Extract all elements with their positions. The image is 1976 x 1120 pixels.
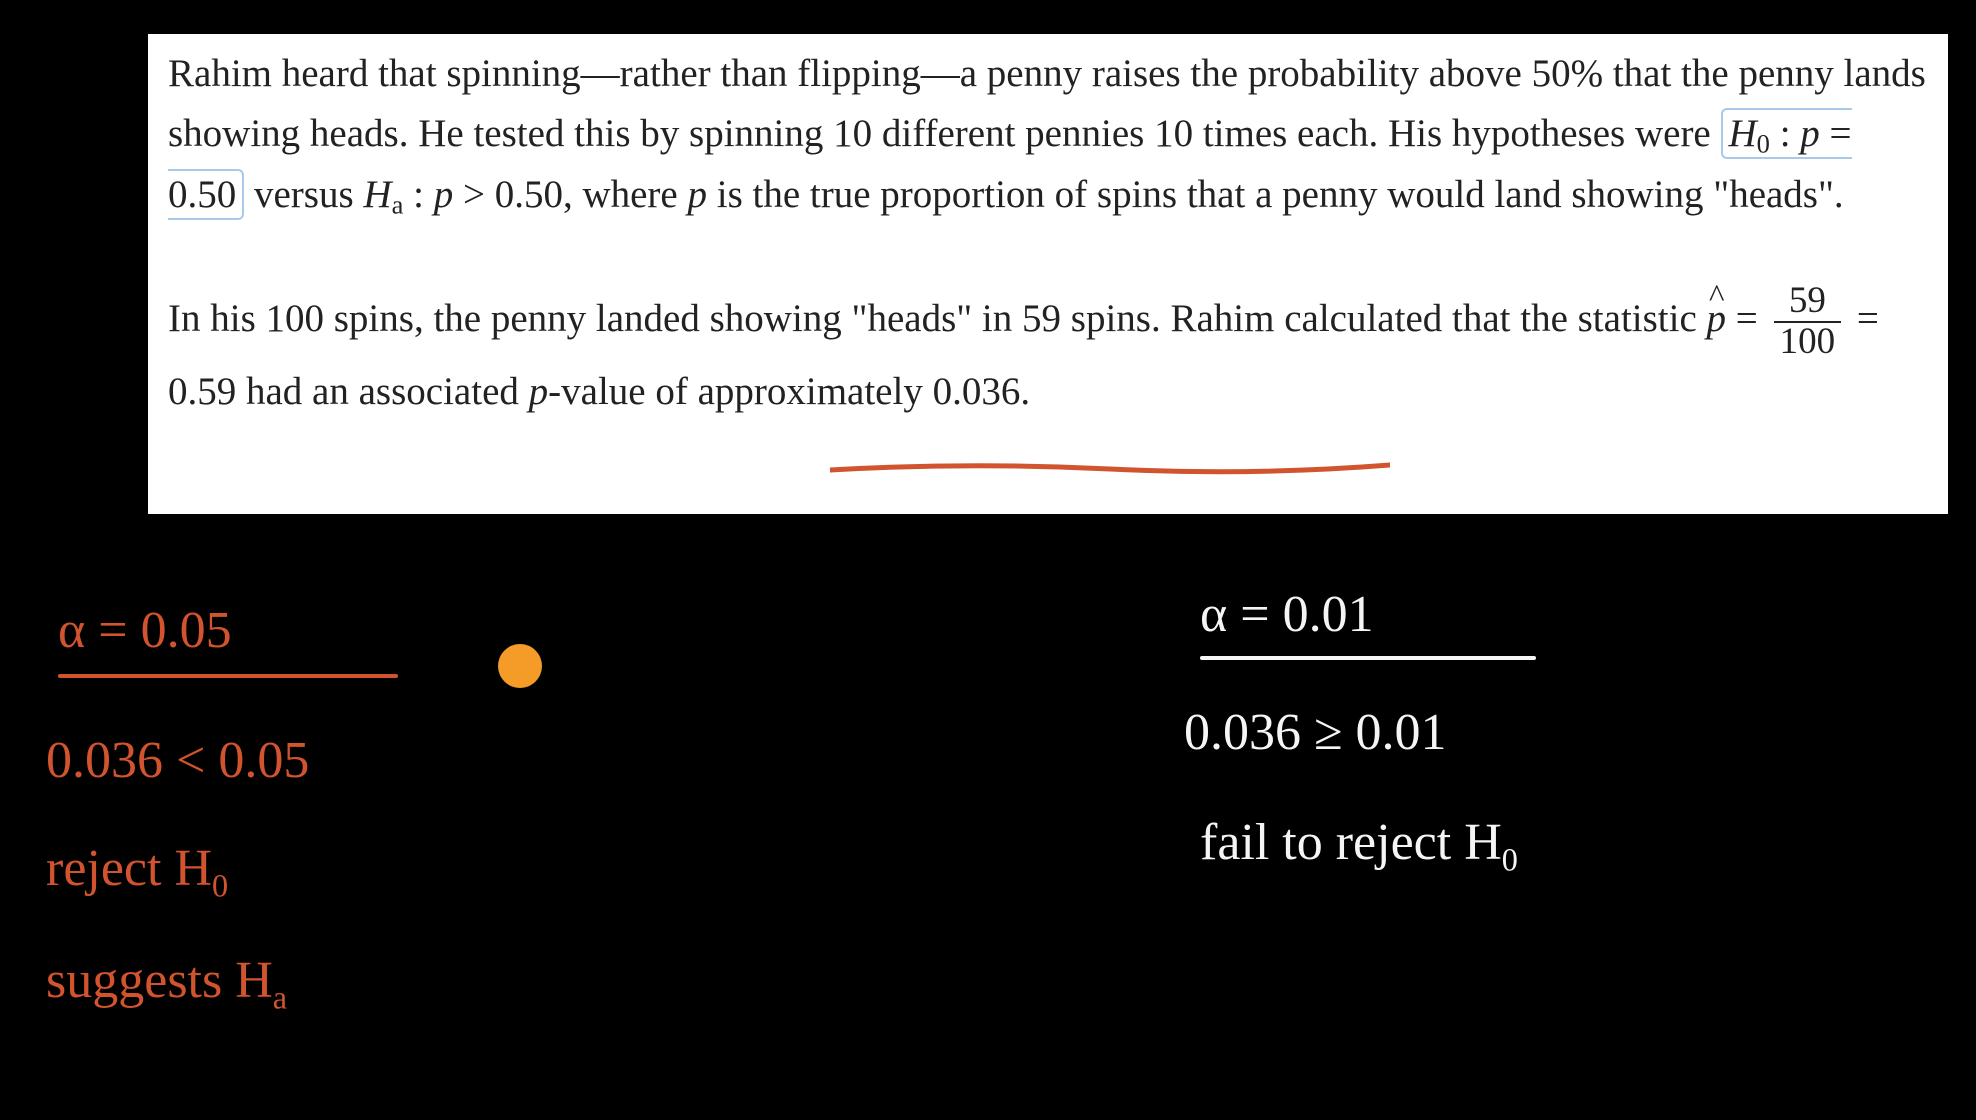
H0-sub: 0 bbox=[1757, 129, 1770, 159]
p050b: 0.50 bbox=[495, 173, 563, 216]
Ha-H: H bbox=[363, 173, 391, 216]
ten-a: 10 bbox=[833, 112, 872, 155]
alpha-05-heading: α = 0.05 bbox=[58, 602, 232, 659]
alpha-01-underline bbox=[1200, 656, 1536, 660]
p-italic: p bbox=[529, 370, 549, 413]
text: times each. His hypotheses were bbox=[1193, 112, 1720, 155]
fail-text: fail to reject H bbox=[1200, 814, 1502, 871]
p050: 0.50 bbox=[168, 173, 236, 216]
reject-sub: 0 bbox=[212, 867, 228, 903]
p-var: p bbox=[687, 173, 707, 216]
hundred: 100 bbox=[266, 297, 325, 340]
text: is the true proportion of spins that a p… bbox=[707, 173, 1844, 216]
text: spins. Rahim calculated that the statist… bbox=[1061, 297, 1707, 340]
text: In his bbox=[168, 297, 266, 340]
suggests-text: suggests H bbox=[46, 952, 273, 1009]
text: spins, the penny landed showing "heads" … bbox=[324, 297, 1022, 340]
text: different pennies bbox=[872, 112, 1154, 155]
fail-reject-h0: fail to reject H0 bbox=[1200, 814, 1518, 878]
Ha-sub: a bbox=[392, 190, 404, 220]
cursor-dot-icon bbox=[498, 644, 542, 688]
text: , where bbox=[563, 173, 688, 216]
suggests-sub: a bbox=[273, 979, 287, 1015]
problem-paragraph-1: Rahim heard that spinning—rather than fl… bbox=[168, 44, 1928, 226]
reject-h0: reject H0 bbox=[46, 840, 228, 904]
alpha-05-underline bbox=[58, 674, 398, 678]
problem-text-box: Rahim heard that spinning—rather than fl… bbox=[148, 34, 1948, 514]
fifty-percent: 50% bbox=[1532, 52, 1604, 95]
fiftynine: 59 bbox=[1022, 297, 1061, 340]
colon: : bbox=[403, 173, 433, 216]
H0-H: H bbox=[1729, 112, 1757, 155]
suggests-ha: suggests Ha bbox=[46, 952, 287, 1016]
pvalue-num: 0.036 bbox=[933, 370, 1021, 413]
alpha-01-heading: α = 0.01 bbox=[1200, 586, 1374, 643]
problem-paragraph-2: In his 100 spins, the penny landed showi… bbox=[168, 282, 1928, 422]
period: . bbox=[1020, 370, 1030, 413]
p-var: p bbox=[1800, 112, 1820, 155]
reject-text: reject H bbox=[46, 840, 212, 897]
eq: = bbox=[1726, 297, 1768, 340]
text: -value of approximately bbox=[548, 370, 932, 413]
fail-sub: 0 bbox=[1502, 841, 1518, 877]
gt: > bbox=[453, 173, 495, 216]
colon: : bbox=[1770, 112, 1800, 155]
eq: = bbox=[1820, 112, 1852, 155]
fraction-den: 100 bbox=[1774, 321, 1842, 362]
compare-01: 0.036 ≥ 0.01 bbox=[1184, 704, 1447, 761]
p-hat: p bbox=[1707, 289, 1727, 349]
red-underline-annotation bbox=[830, 460, 1390, 478]
text: Rahim heard that spinning—rather than fl… bbox=[168, 52, 1532, 95]
text: had an associated bbox=[236, 370, 528, 413]
compare-05: 0.036 < 0.05 bbox=[46, 732, 309, 789]
versus: versus bbox=[244, 173, 363, 216]
fraction-num: 59 bbox=[1774, 282, 1842, 321]
ten-b: 10 bbox=[1154, 112, 1193, 155]
fraction-59-100: 59100 bbox=[1774, 282, 1842, 362]
phat-val: 0.59 bbox=[168, 370, 236, 413]
p-var: p bbox=[434, 173, 454, 216]
eq: = bbox=[1847, 297, 1879, 340]
